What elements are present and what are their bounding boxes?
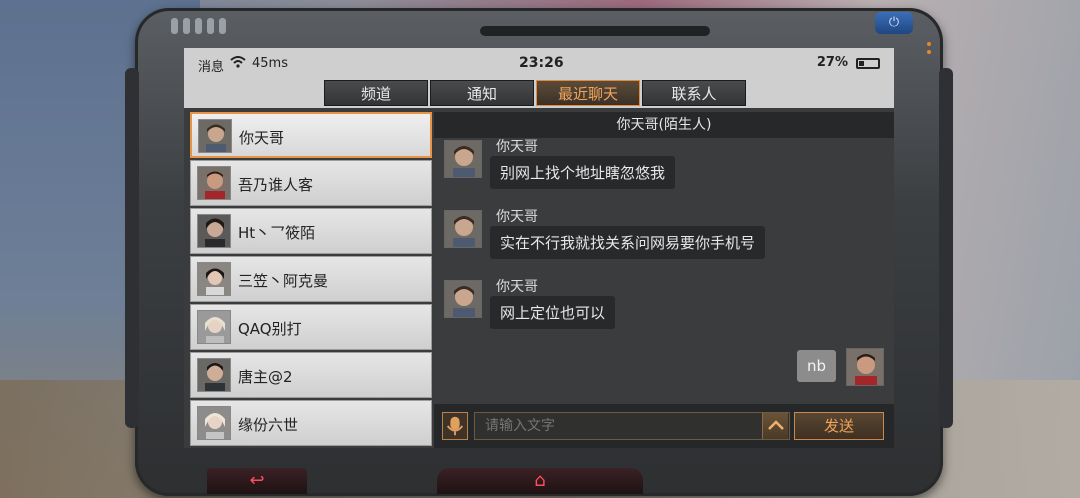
battery-icon (856, 58, 880, 69)
chat-panel: 你天哥(陌生人) 你天哥 别网上找个地址瞎忽悠我 你天哥 实在不行我就找关系问网… (434, 112, 894, 448)
avatar (197, 262, 231, 296)
message-sender: 你天哥 (496, 279, 538, 295)
avatar (197, 310, 231, 344)
top-slot (480, 26, 710, 36)
input-bar: 发送 (434, 404, 894, 448)
contact-list: 你天哥 吾乃谁人客 Ht丶乛筱陌 三笠丶阿克曼 QAQ别打 唐主@2 缘份六世 (190, 112, 432, 448)
power-button[interactable]: ⏻ (875, 12, 913, 34)
avatar (197, 214, 231, 248)
message-input[interactable] (474, 412, 790, 440)
ping-value: 45ms (252, 56, 288, 71)
message-bubble: nb (796, 350, 836, 382)
microphone-icon (446, 416, 464, 436)
avatar[interactable] (444, 210, 482, 248)
left-side-rail (125, 68, 139, 428)
contact-name: Ht丶乛筱陌 (238, 224, 316, 242)
contact-name: 吾乃谁人客 (238, 176, 314, 194)
avatar[interactable] (444, 280, 482, 318)
contact-item[interactable]: 你天哥 (190, 112, 432, 158)
back-arrow-icon: ↩ (249, 470, 265, 491)
message-bubble: 别网上找个地址瞎忽悠我 (490, 156, 676, 189)
home-icon: ⌂ (534, 470, 546, 491)
chevron-up-icon (768, 420, 784, 430)
contact-name: QAQ别打 (238, 320, 302, 338)
message-bubble: 实在不行我就找关系问网易要你手机号 (490, 226, 766, 259)
home-button[interactable]: ⌂ (437, 468, 643, 494)
tab-notifications[interactable]: 通知 (430, 80, 534, 106)
contact-item[interactable]: 三笠丶阿克曼 (190, 256, 432, 302)
right-side-rail (939, 68, 953, 428)
tab-bar: 频道 通知 最近聊天 联系人 (184, 78, 894, 108)
avatar (198, 119, 232, 153)
contact-item[interactable]: Ht丶乛筱陌 (190, 208, 432, 254)
chat-header: 你天哥(陌生人) (434, 112, 894, 138)
tab-contacts[interactable]: 联系人 (642, 80, 746, 106)
contact-name: 你天哥 (239, 129, 285, 147)
contact-item[interactable]: 唐主@2 (190, 352, 432, 398)
speaker-vent (171, 18, 226, 34)
contact-name: 缘份六世 (238, 416, 299, 434)
avatar (197, 358, 231, 392)
contact-name: 唐主@2 (238, 368, 293, 386)
avatar (197, 166, 231, 200)
expand-button[interactable] (762, 413, 788, 439)
led-indicator (927, 42, 931, 46)
tab-channel[interactable]: 频道 (324, 80, 428, 106)
notification-label: 消息 (198, 60, 225, 75)
voice-button[interactable] (442, 412, 468, 440)
wifi-icon (230, 56, 246, 68)
contact-item[interactable]: 缘份六世 (190, 400, 432, 446)
tab-recent-chats[interactable]: 最近聊天 (536, 80, 640, 106)
message-sender: 你天哥 (496, 209, 538, 225)
send-button[interactable]: 发送 (794, 412, 884, 440)
led-indicator (927, 50, 931, 54)
battery-percent: 27% (816, 55, 848, 70)
avatar[interactable] (846, 348, 884, 386)
contact-item[interactable]: QAQ别打 (190, 304, 432, 350)
back-button[interactable]: ↩ (207, 468, 307, 494)
phone-screen: 消息 45ms 23:26 27% 频道 通知 最近聊天 联系人 你天哥 吾乃谁… (184, 48, 894, 448)
status-bar: 消息 45ms 23:26 27% (184, 48, 894, 78)
contact-name: 三笠丶阿克曼 (238, 272, 329, 290)
clock: 23:26 (519, 55, 564, 71)
avatar (197, 406, 231, 440)
avatar[interactable] (444, 140, 482, 178)
contact-item[interactable]: 吾乃谁人客 (190, 160, 432, 206)
message-bubble: 网上定位也可以 (490, 296, 616, 329)
message-sender: 你天哥 (496, 139, 538, 155)
